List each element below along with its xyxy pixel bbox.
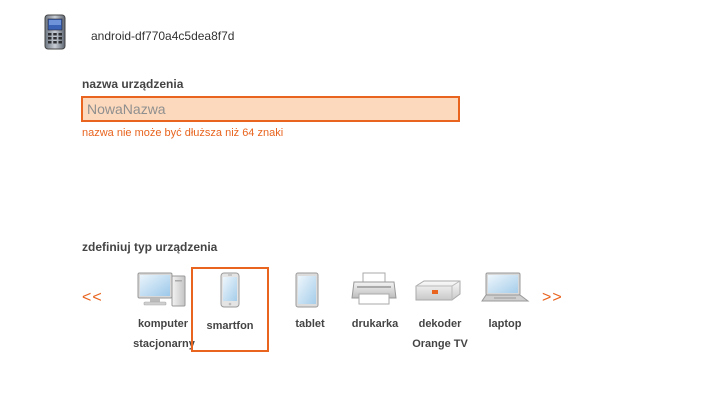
device-name-error: nazwa nie może być dłuższa niż 64 znaki <box>82 127 284 139</box>
selected-type-frame <box>191 267 269 352</box>
type-label-line1: dekoder <box>418 318 462 330</box>
type-label: laptop <box>488 318 522 330</box>
type-label-line1: komputer <box>137 318 189 330</box>
device-type-label: zdefiniuj typ urządzenia <box>82 240 218 254</box>
printer-icon <box>351 272 397 305</box>
prev-arrow-button[interactable]: << <box>82 289 103 307</box>
type-option-printer[interactable]: drukarka <box>345 268 405 338</box>
tablet-icon <box>295 272 319 308</box>
device-name-label: nazwa urządzenia <box>82 77 184 91</box>
type-label: drukarka <box>351 318 399 330</box>
type-option-desktop[interactable]: komputer stacjonarny <box>128 268 195 358</box>
laptop-icon <box>481 272 530 302</box>
type-option-tablet[interactable]: tablet <box>282 268 338 338</box>
desktop-computer-icon <box>137 272 186 307</box>
type-label-line2: stacjonarny <box>133 338 195 350</box>
next-arrow-button[interactable]: >> <box>542 289 563 307</box>
device-name-input[interactable] <box>81 96 460 122</box>
type-label-line2: Orange TV <box>412 338 468 350</box>
set-top-box-icon <box>415 280 461 301</box>
device-id: android-df770a4c5dea8f7d <box>91 29 235 43</box>
type-label: tablet <box>295 318 325 330</box>
phone-icon <box>44 14 66 50</box>
type-option-laptop[interactable]: laptop <box>476 268 534 338</box>
type-option-decoder[interactable]: dekoder Orange TV <box>410 268 472 358</box>
